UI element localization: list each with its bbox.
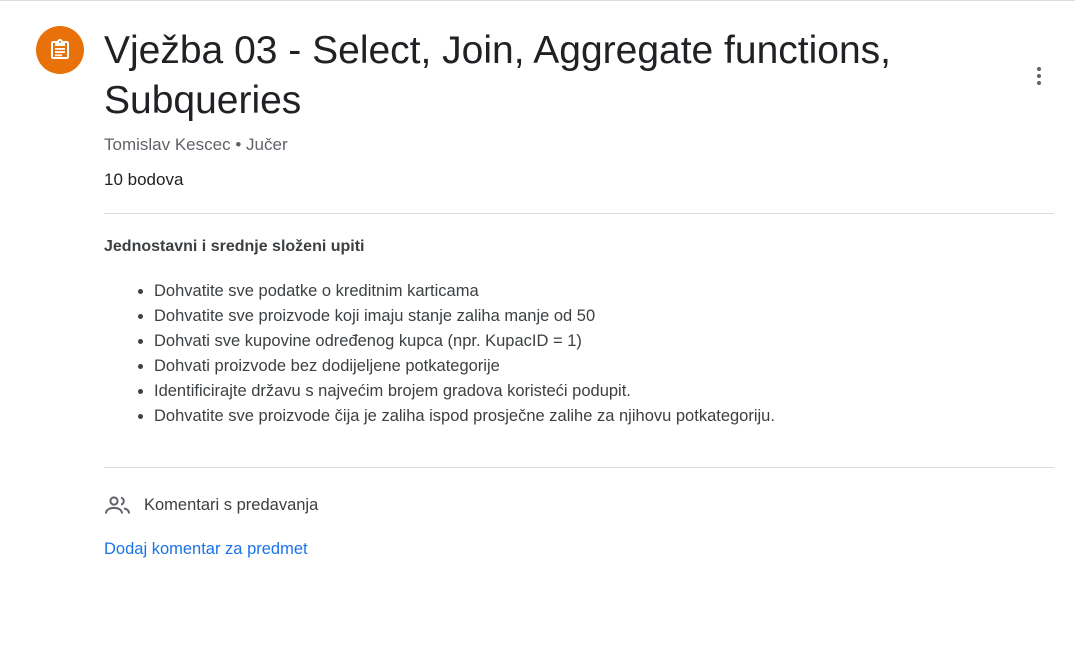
comments-label: Komentari s predavanja: [144, 495, 319, 514]
posted-date: Jučer: [246, 135, 288, 154]
author-name: Tomislav Kescec: [104, 135, 231, 154]
points-label: 10 bodova: [104, 170, 184, 189]
divider: [104, 467, 1054, 468]
task-list: Dohvatite sve podatke o kreditnim kartic…: [154, 279, 1054, 429]
list-item: Dohvatite sve podatke o kreditnim kartic…: [154, 279, 1054, 304]
list-item: Dohvatite sve proizvode koji imaju stanj…: [154, 304, 1054, 329]
list-item: Dohvatite sve proizvode čija je zaliha i…: [154, 404, 1054, 429]
divider: [104, 213, 1054, 214]
list-item: Identificirajte državu s najvećim brojem…: [154, 379, 1054, 404]
class-comments-header: Komentari s predavanja: [104, 491, 1054, 519]
list-item: Dohvati sve kupovine određenog kupca (np…: [154, 329, 1054, 354]
assignment-icon: [36, 26, 84, 74]
page-title: Vježba 03 - Select, Join, Aggregate func…: [104, 29, 891, 122]
list-item: Dohvati proizvode bez dodijeljene potkat…: [154, 354, 1054, 379]
assignment-detail: Vježba 03 - Select, Join, Aggregate func…: [104, 26, 1054, 559]
add-class-comment-link[interactable]: Dodaj komentar za predmet: [104, 539, 308, 559]
description-heading: Jednostavni i srednje složeni upiti: [104, 238, 365, 255]
top-border: [0, 0, 1075, 1]
meta-separator: •: [235, 135, 242, 154]
people-icon: [104, 491, 132, 519]
post-meta: Tomislav Kescec • Jučer: [104, 135, 1054, 155]
